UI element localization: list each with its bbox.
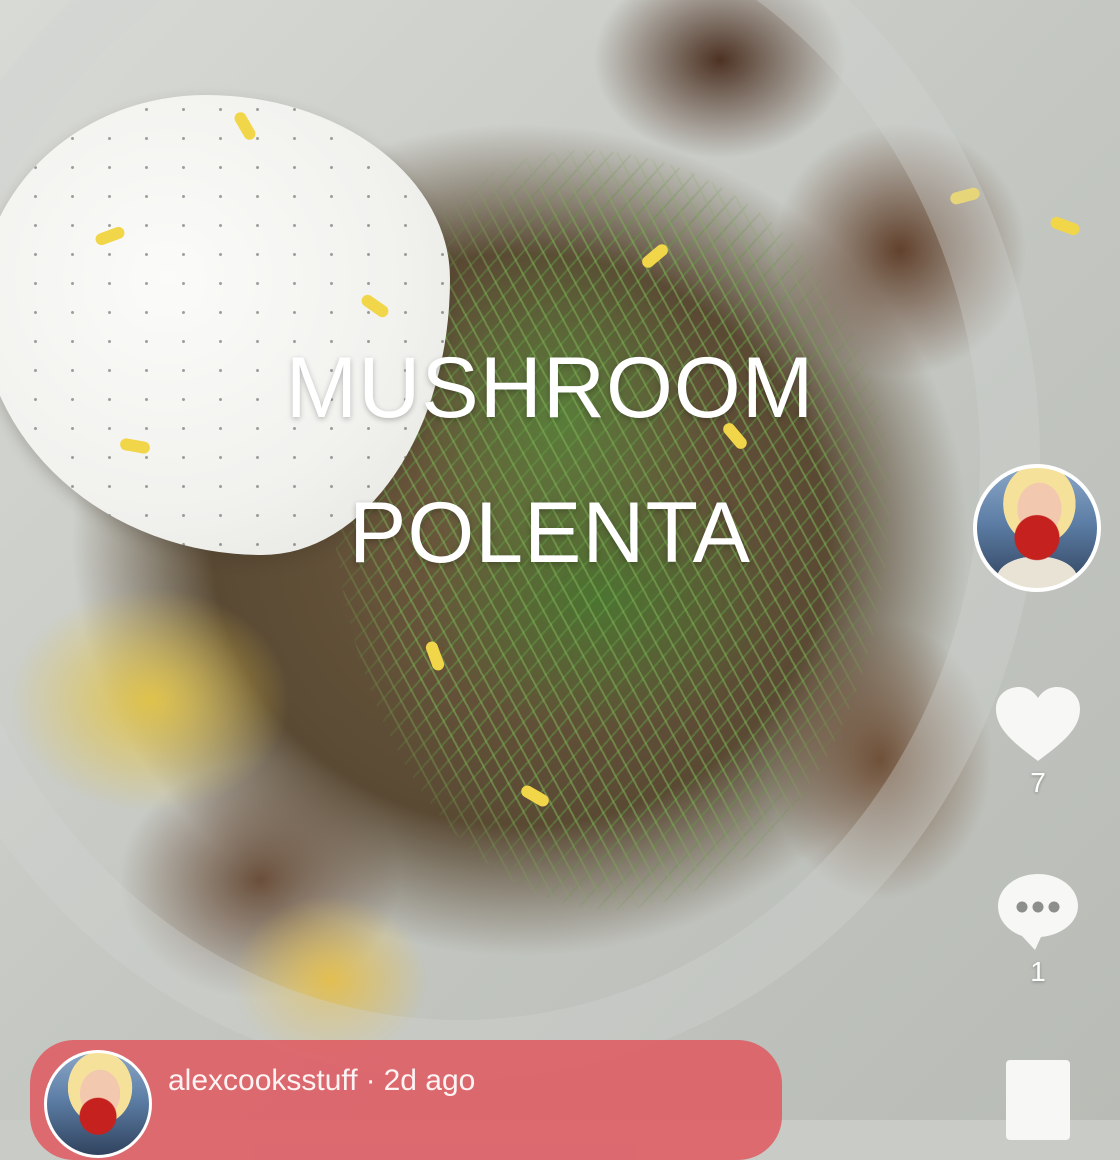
- lemon-zest: [519, 783, 551, 809]
- lemon-zest: [424, 639, 446, 673]
- like-count: 7: [1030, 767, 1046, 798]
- like-button[interactable]: 7: [990, 685, 1086, 799]
- lemon-zest: [359, 292, 391, 320]
- author-username[interactable]: alexcooksstuff: [168, 1064, 358, 1097]
- comment-button[interactable]: 1: [990, 870, 1086, 988]
- lemon-zest: [1048, 215, 1082, 237]
- lemon-zest: [948, 186, 982, 206]
- video-title-line-2: POLENTA: [348, 485, 752, 581]
- author-bar[interactable]: alexcooksstuff · 2d ago: [30, 1040, 782, 1160]
- post-timestamp: 2d ago: [383, 1064, 476, 1097]
- video-title-line-1: MUSHROOM: [285, 340, 815, 436]
- author-meta: alexcooksstuff · 2d ago: [168, 1064, 475, 1098]
- lemon-zest: [232, 110, 258, 142]
- comment-count: 1: [1030, 956, 1046, 987]
- creator-avatar[interactable]: [973, 464, 1101, 592]
- lemon-zest: [93, 225, 127, 247]
- lemon-zest: [119, 437, 151, 455]
- bookmark-button[interactable]: [990, 1060, 1086, 1140]
- heart-icon[interactable]: [994, 685, 1082, 763]
- author-avatar[interactable]: [44, 1050, 152, 1158]
- meta-separator: ·: [365, 1064, 376, 1097]
- comment-bubble-icon[interactable]: [995, 870, 1081, 952]
- bookmark-icon[interactable]: [1006, 1060, 1070, 1140]
- lemon-zest: [639, 241, 671, 271]
